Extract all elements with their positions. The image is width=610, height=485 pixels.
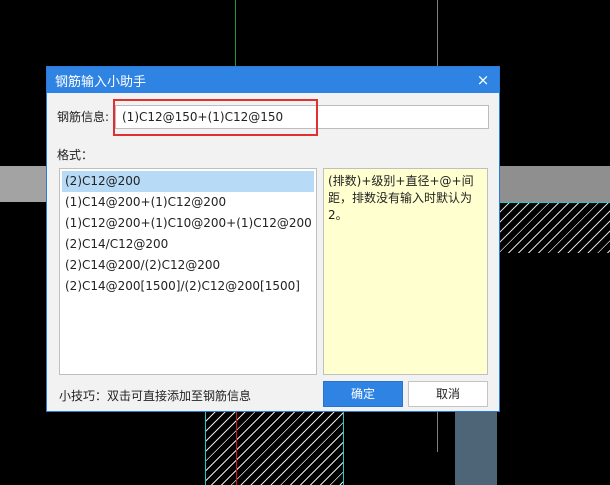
format-list-item[interactable]: (2)C14/C12@200 xyxy=(62,234,314,255)
cad-grid-line-lower xyxy=(437,412,438,452)
cad-hatch-area xyxy=(500,202,610,253)
format-label: 格式： xyxy=(57,148,94,162)
rebar-input-dialog: 钢筋输入小助手 × 钢筋信息: 格式： (2)C12@200(1)C14@200… xyxy=(46,66,500,412)
cad-grid-line xyxy=(437,0,438,66)
cad-column-block xyxy=(455,412,497,485)
cancel-button[interactable]: 取消 xyxy=(408,381,488,407)
cad-axis-line xyxy=(235,0,236,66)
format-list-item[interactable]: (1)C14@200+(1)C12@200 xyxy=(62,192,314,213)
rebar-info-input[interactable] xyxy=(115,105,489,129)
format-list-item[interactable]: (2)C14@200[1500]/(2)C12@200[1500] xyxy=(62,276,314,297)
cad-beam-right xyxy=(500,166,610,202)
format-list-item[interactable]: (2)C14@200/(2)C12@200 xyxy=(62,255,314,276)
ok-button[interactable]: 确定 xyxy=(323,381,403,407)
close-icon[interactable]: × xyxy=(473,70,493,90)
dialog-title: 钢筋输入小助手 xyxy=(55,74,147,90)
format-list[interactable]: (2)C12@200 (1)C14@200+(1)C12@200 (1)C12@20… xyxy=(59,168,317,375)
rebar-info-label: 钢筋信息: xyxy=(57,110,110,124)
cad-red-line xyxy=(236,412,237,485)
format-list-item[interactable]: (2)C12@200 xyxy=(62,171,314,192)
cad-hatch-column xyxy=(205,412,344,485)
format-description: (排数)+级别+直径+@+间距，排数没有输入时默认为2。 xyxy=(323,168,488,375)
format-list-item[interactable]: (1)C12@200+(1)C10@200+(1)C12@200 xyxy=(62,213,314,234)
dialog-titlebar[interactable]: 钢筋输入小助手 × xyxy=(47,67,499,93)
tip-text: 小技巧：双击可直接添加至钢筋信息 xyxy=(59,389,252,403)
